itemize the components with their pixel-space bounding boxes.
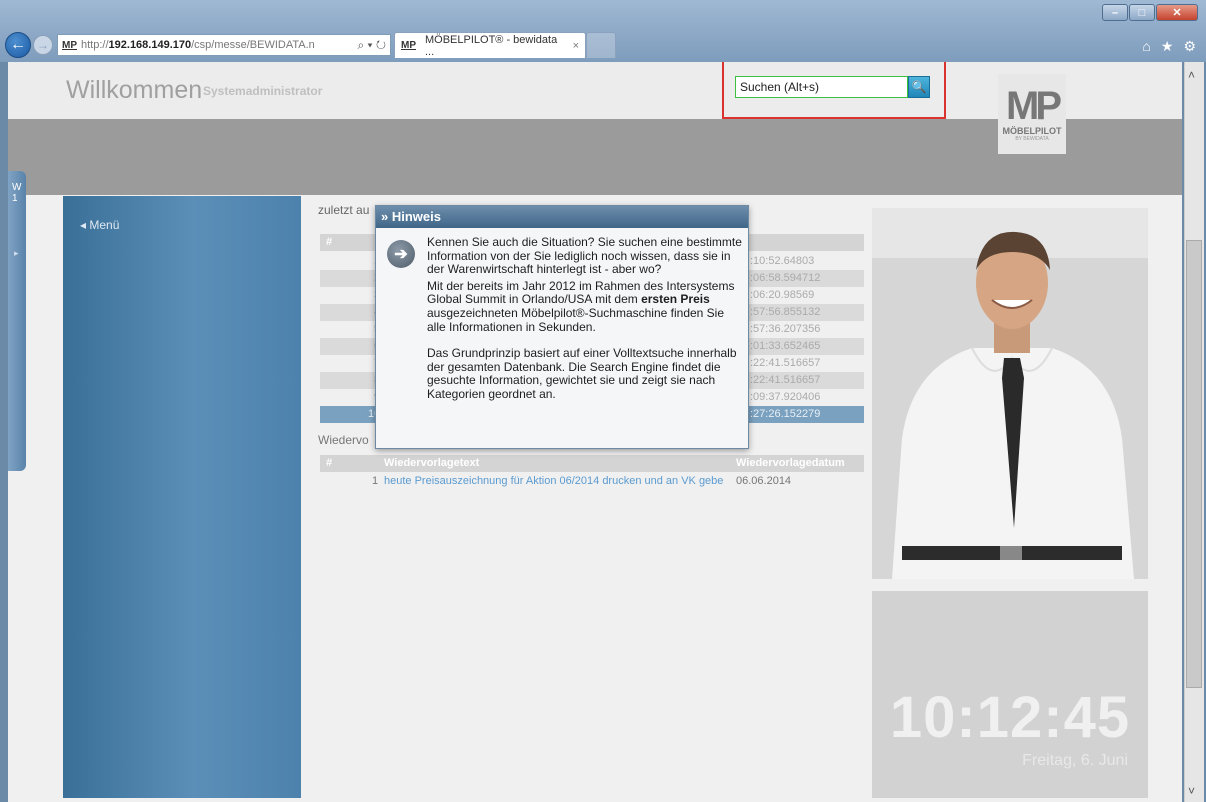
row-timestamp: :22:41.516657 bbox=[750, 374, 821, 386]
search-refresh-icon[interactable]: ⌕ ▾ ↻ bbox=[357, 38, 390, 53]
clock-time: 10:12:45 bbox=[889, 685, 1131, 750]
back-button[interactable]: ← bbox=[5, 32, 31, 58]
side-tab-label-line1: W bbox=[12, 182, 22, 193]
table-row[interactable]: 1 heute Preisauszeichnung für Aktion 06/… bbox=[320, 474, 864, 491]
menu-panel bbox=[63, 196, 301, 798]
search-input[interactable] bbox=[735, 76, 908, 98]
url-path: /csp/messe/BEWIDATA.n bbox=[191, 39, 315, 51]
close-window-button[interactable]: ✕ bbox=[1156, 4, 1198, 21]
logo-mark: MP bbox=[1006, 84, 1062, 128]
scroll-up-icon[interactable]: ˄ bbox=[1188, 68, 1195, 82]
clock-date: Freitag, 6. Juni bbox=[1022, 752, 1128, 769]
row-timestamp: :22:41.516657 bbox=[750, 357, 821, 369]
settings-icon[interactable]: ⚙ bbox=[1183, 38, 1196, 55]
logo-brand: MÖBELPILOT bbox=[1002, 126, 1062, 136]
scrollbar-thumb[interactable] bbox=[1186, 240, 1202, 688]
url-prefix: http:// bbox=[81, 39, 109, 51]
row-timestamp: :01:33.652465 bbox=[750, 340, 821, 352]
tab-favicon-icon: MP bbox=[401, 40, 416, 51]
user-role: Systemadministrator bbox=[203, 84, 323, 98]
recent-caption: zuletzt au bbox=[318, 203, 370, 217]
side-tab[interactable] bbox=[8, 171, 26, 471]
search-button[interactable]: 🔍 bbox=[908, 76, 930, 98]
page-title: Willkommen bbox=[66, 76, 203, 104]
side-tab-arrow-icon[interactable]: ▸ bbox=[14, 248, 19, 259]
tab-title: MÖBELPILOT® - bewidata ... bbox=[425, 33, 558, 58]
search-icon: 🔍 bbox=[911, 80, 927, 94]
dialog-p2-post: ausgezeichneten Möbelpilot®-Suchmaschine… bbox=[427, 305, 725, 334]
wv-row-text[interactable]: heute Preisauszeichnung für Aktion 06/20… bbox=[384, 475, 723, 487]
row-timestamp: :57:56.855132 bbox=[750, 306, 821, 318]
wv-col-hash: # bbox=[326, 457, 333, 469]
maximize-button[interactable]: □ bbox=[1129, 4, 1155, 21]
favicon-icon: MP bbox=[62, 39, 77, 51]
browser-tab-active[interactable]: MP MÖBELPILOT® - bewidata ... × bbox=[394, 32, 586, 58]
star-icon[interactable]: ★ bbox=[1161, 38, 1174, 55]
browser-toolbar-icons: ⌂ ★ ⚙ bbox=[1142, 38, 1196, 55]
wiedervorlage-caption: Wiedervo bbox=[318, 433, 369, 447]
recent-col-hash: # bbox=[326, 236, 333, 248]
url-host: 192.168.149.170 bbox=[108, 39, 192, 51]
moebelpilot-logo: MP MÖBELPILOT BY BEWIDATA bbox=[998, 74, 1066, 154]
menu-toggle[interactable]: ◂ Menü bbox=[80, 218, 119, 232]
new-tab-button[interactable] bbox=[586, 32, 616, 58]
side-tab-label: W 1 bbox=[12, 182, 21, 204]
dialog-p2-bold: ersten Preis bbox=[641, 292, 710, 307]
wv-col-date: Wiedervorlagedatum bbox=[736, 457, 845, 469]
businessman-photo bbox=[872, 208, 1148, 579]
dialog-title[interactable]: » Hinweis bbox=[376, 206, 748, 228]
forward-button[interactable]: → bbox=[33, 35, 53, 55]
scroll-down-icon[interactable]: ˅ bbox=[1188, 784, 1195, 798]
address-bar[interactable]: MP http:// 192.168.149.170 /csp/messe/BE… bbox=[57, 34, 391, 56]
row-timestamp: :06:58.594712 bbox=[750, 272, 821, 284]
dialog-paragraph-1: Kennen Sie auch die Situation? Sie suche… bbox=[427, 235, 742, 277]
home-icon[interactable]: ⌂ bbox=[1142, 38, 1150, 55]
row-timestamp: :57:36.207356 bbox=[750, 323, 821, 335]
wiedervorlage-table-header: # Wiedervorlagetext Wiedervorlagedatum bbox=[320, 455, 864, 472]
search-box: 🔍 bbox=[735, 76, 931, 98]
row-timestamp: :27:26.152279 bbox=[750, 408, 821, 420]
row-timestamp: :10:52.64803 bbox=[750, 255, 815, 267]
row-timestamp: :09:37.920406 bbox=[750, 391, 821, 403]
logo-sub: BY BEWIDATA bbox=[1015, 136, 1049, 142]
row-timestamp: :06:20.98569 bbox=[750, 289, 815, 301]
dialog-body: Kennen Sie auch die Situation? Sie suche… bbox=[427, 235, 743, 405]
wv-row-num: 1 bbox=[372, 475, 379, 487]
side-tab-label-line2: 1 bbox=[12, 193, 18, 204]
wv-row-date: 06.06.2014 bbox=[736, 475, 792, 487]
tab-close-icon[interactable]: × bbox=[573, 40, 585, 52]
dialog-paragraph-3: Das Grundprinzip basiert auf einer Vollt… bbox=[427, 346, 737, 401]
hint-dialog: » Hinweis ➔ Kennen Sie auch die Situatio… bbox=[375, 205, 749, 449]
window-controls: – □ ✕ bbox=[1102, 4, 1198, 21]
menu-arrow-icon: ◂ bbox=[80, 218, 87, 232]
minimize-button[interactable]: – bbox=[1102, 4, 1128, 21]
photo-illustration bbox=[872, 208, 1148, 579]
menu-label: Menü bbox=[89, 218, 120, 232]
arrow-right-icon: ➔ bbox=[387, 240, 415, 268]
wv-col-text: Wiedervorlagetext bbox=[384, 457, 480, 469]
dialog-paragraph-2: Mit der bereits im Jahr 2012 im Rahmen d… bbox=[427, 279, 743, 334]
